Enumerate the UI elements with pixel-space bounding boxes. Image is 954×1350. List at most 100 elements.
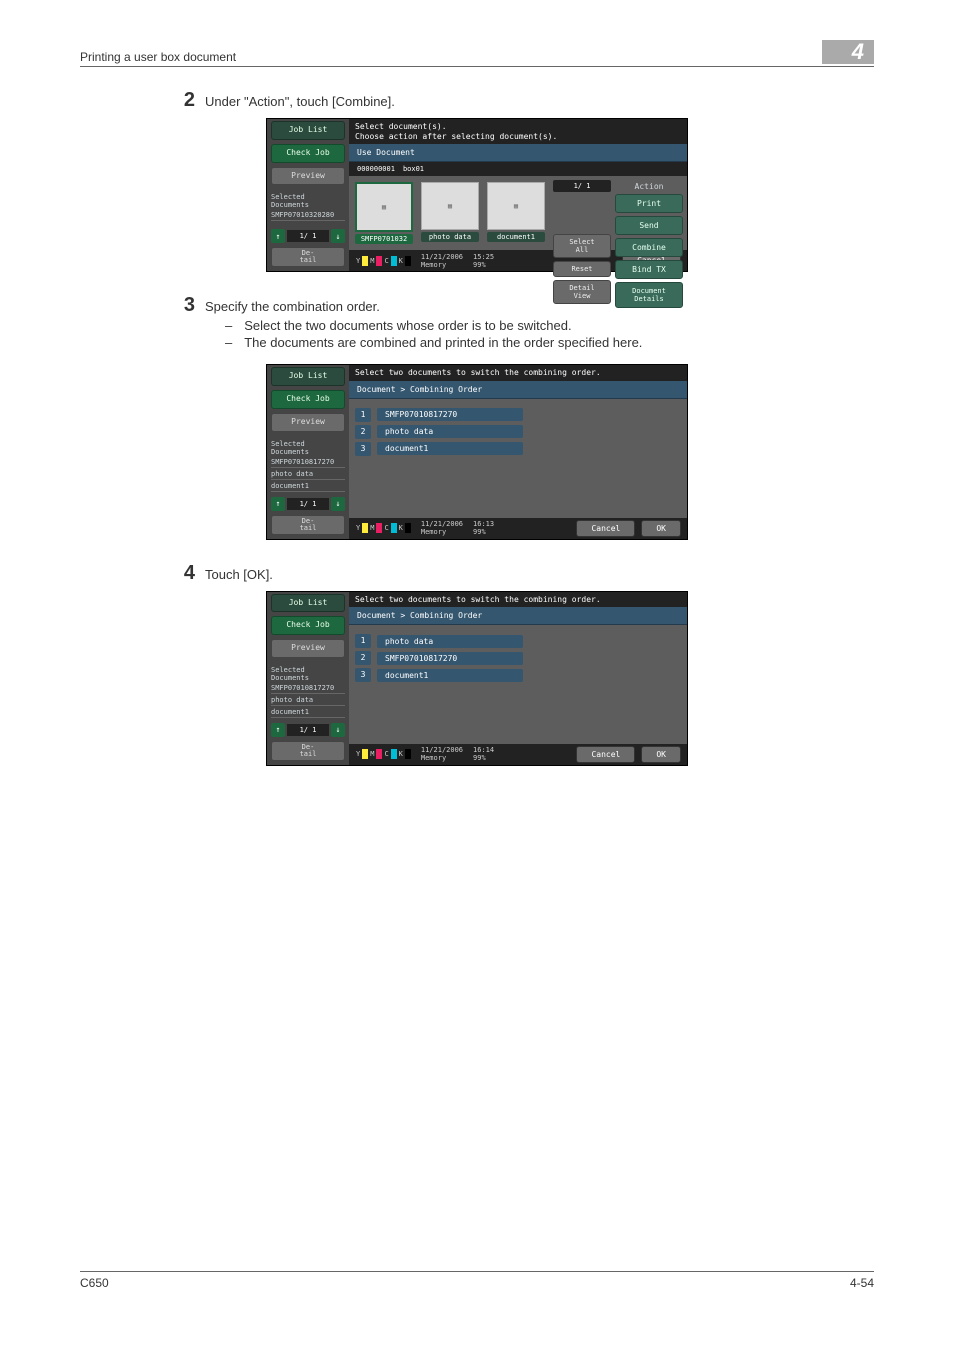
breadcrumb: Document > Combining Order xyxy=(349,381,687,399)
bind-tx-button[interactable]: Bind TX xyxy=(615,260,683,279)
order-list: 1 SMFP07010817270 2 photo data 3 documen… xyxy=(349,399,687,518)
check-job-button[interactable]: Check Job xyxy=(271,390,345,409)
document-details-button[interactable]: Document Details xyxy=(615,282,683,308)
status-bar: YMCK 11/21/2006 Memory 16:13 99% Cancel xyxy=(349,518,687,539)
order-row[interactable]: 3 document1 xyxy=(355,668,681,682)
thumb-caption: document1 xyxy=(487,232,545,242)
document-thumb[interactable]: ▦ document1 xyxy=(487,182,545,244)
order-row[interactable]: 2 SMFP07010817270 xyxy=(355,651,681,665)
time-text: 15:25 xyxy=(473,253,494,261)
document-thumb[interactable]: ▦ photo data xyxy=(421,182,479,244)
date-text: 11/21/2006 xyxy=(421,253,463,261)
toner-levels: YMCK xyxy=(355,256,411,266)
action-label: Action xyxy=(615,182,683,191)
hint-text: Select two documents to switch the combi… xyxy=(349,592,687,608)
side-pager: ↑ 1/ 1 ↓ xyxy=(271,229,345,243)
order-row[interactable]: 2 photo data xyxy=(355,425,681,439)
order-row[interactable]: 1 photo data xyxy=(355,634,681,648)
pager-text: 1/ 1 xyxy=(287,498,329,510)
time-text: 16:14 xyxy=(473,746,494,754)
detail-button[interactable]: De- tail xyxy=(271,515,345,535)
hint-line: Choose action after selecting document(s… xyxy=(355,132,681,142)
order-number: 1 xyxy=(355,408,371,422)
status-bar: YMCK 11/21/2006 Memory 16:14 99% Cancel xyxy=(349,744,687,765)
arrow-down-icon[interactable]: ↓ xyxy=(331,723,345,737)
hint-text: Select two documents to switch the combi… xyxy=(349,365,687,381)
dash-icon: – xyxy=(225,335,232,350)
pager-text: 1/ 1 xyxy=(287,230,329,242)
order-number: 3 xyxy=(355,442,371,456)
selected-doc-item: document1 xyxy=(271,481,345,492)
thumbnail-icon: ▦ xyxy=(421,182,479,230)
pager-text: 1/ 1 xyxy=(287,724,329,736)
reset-button[interactable]: Reset xyxy=(553,261,611,277)
cancel-button[interactable]: Cancel xyxy=(576,746,635,763)
selected-doc-item: photo data xyxy=(271,469,345,480)
order-row[interactable]: 1 SMFP07010817270 xyxy=(355,408,681,422)
box-id: 000000001 xyxy=(357,165,395,173)
job-list-button[interactable]: Job List xyxy=(271,121,345,140)
thumbnail-icon: ▦ xyxy=(487,182,545,230)
job-list-button[interactable]: Job List xyxy=(271,367,345,386)
combine-button[interactable]: Combine xyxy=(615,238,683,257)
box-info-bar: 000000001 box01 xyxy=(349,162,687,176)
check-job-button[interactable]: Check Job xyxy=(271,616,345,635)
hint-text: Select document(s). Choose action after … xyxy=(349,119,687,144)
cancel-button[interactable]: Cancel xyxy=(576,520,635,537)
arrow-up-icon[interactable]: ↑ xyxy=(271,497,285,511)
memory-label: Memory xyxy=(421,754,446,762)
page-header: Printing a user box document 4 xyxy=(80,40,874,67)
detail-button[interactable]: De- tail xyxy=(271,247,345,267)
grid-pager: 1/ 1 xyxy=(553,180,611,192)
sub-item: Select the two documents whose order is … xyxy=(244,318,571,333)
thumbnail-icon: ▦ xyxy=(355,182,413,232)
footer-right: 4-54 xyxy=(850,1276,874,1290)
select-all-button[interactable]: Select All xyxy=(553,234,611,258)
dash-icon: – xyxy=(225,318,232,333)
check-job-button[interactable]: Check Job xyxy=(271,144,345,163)
side-pager: ↑ 1/ 1 ↓ xyxy=(271,497,345,511)
arrow-down-icon[interactable]: ↓ xyxy=(331,497,345,511)
preview-button[interactable]: Preview xyxy=(271,167,345,186)
document-grid: ▦ SMFP0701032 ▦ photo data ▦ document1 xyxy=(349,176,687,250)
memory-label: Memory xyxy=(421,528,446,536)
main-panel: Select two documents to switch the combi… xyxy=(349,365,687,538)
selected-doc-item: photo data xyxy=(271,695,345,706)
step-text: Touch [OK]. xyxy=(205,562,874,585)
preview-button[interactable]: Preview xyxy=(271,413,345,432)
selected-doc-item: SMFP07010817270 xyxy=(271,683,345,694)
job-list-button[interactable]: Job List xyxy=(271,594,345,613)
step-2: 2 Under "Action", touch [Combine]. xyxy=(155,89,874,112)
ok-button[interactable]: OK xyxy=(641,520,681,537)
arrow-up-icon[interactable]: ↑ xyxy=(271,229,285,243)
date-text: 11/21/2006 xyxy=(421,746,463,754)
order-number: 2 xyxy=(355,651,371,665)
send-button[interactable]: Send xyxy=(615,216,683,235)
screenshot-combining-order-after: Job List Check Job Preview Selected Docu… xyxy=(266,591,688,766)
main-panel: Select document(s). Choose action after … xyxy=(349,119,687,271)
breadcrumb: Document > Combining Order xyxy=(349,607,687,625)
print-button[interactable]: Print xyxy=(615,194,683,213)
selected-doc-item: SMFP07010817270 xyxy=(271,457,345,468)
side-panel: Job List Check Job Preview Selected Docu… xyxy=(267,592,349,765)
document-thumb[interactable]: ▦ SMFP0701032 xyxy=(355,182,413,244)
order-name: document1 xyxy=(377,442,523,455)
chapter-number: 4 xyxy=(822,40,874,64)
preview-button[interactable]: Preview xyxy=(271,639,345,658)
memory-value: 99% xyxy=(473,754,494,762)
thumb-caption: SMFP0701032 xyxy=(355,234,413,244)
order-name: photo data xyxy=(377,635,523,648)
arrow-up-icon[interactable]: ↑ xyxy=(271,723,285,737)
time-text: 16:13 xyxy=(473,520,494,528)
detail-button[interactable]: De- tail xyxy=(271,741,345,761)
order-number: 1 xyxy=(355,634,371,648)
ok-button[interactable]: OK xyxy=(641,746,681,763)
arrow-down-icon[interactable]: ↓ xyxy=(331,229,345,243)
toner-levels: YMCK xyxy=(355,749,411,759)
detail-view-button[interactable]: Detail View xyxy=(553,280,611,304)
page-footer: C650 4-54 xyxy=(80,1271,874,1290)
use-document-tab[interactable]: Use Document xyxy=(349,144,687,162)
step-text: Under "Action", touch [Combine]. xyxy=(205,89,874,112)
footer-left: C650 xyxy=(80,1276,109,1290)
order-row[interactable]: 3 document1 xyxy=(355,442,681,456)
